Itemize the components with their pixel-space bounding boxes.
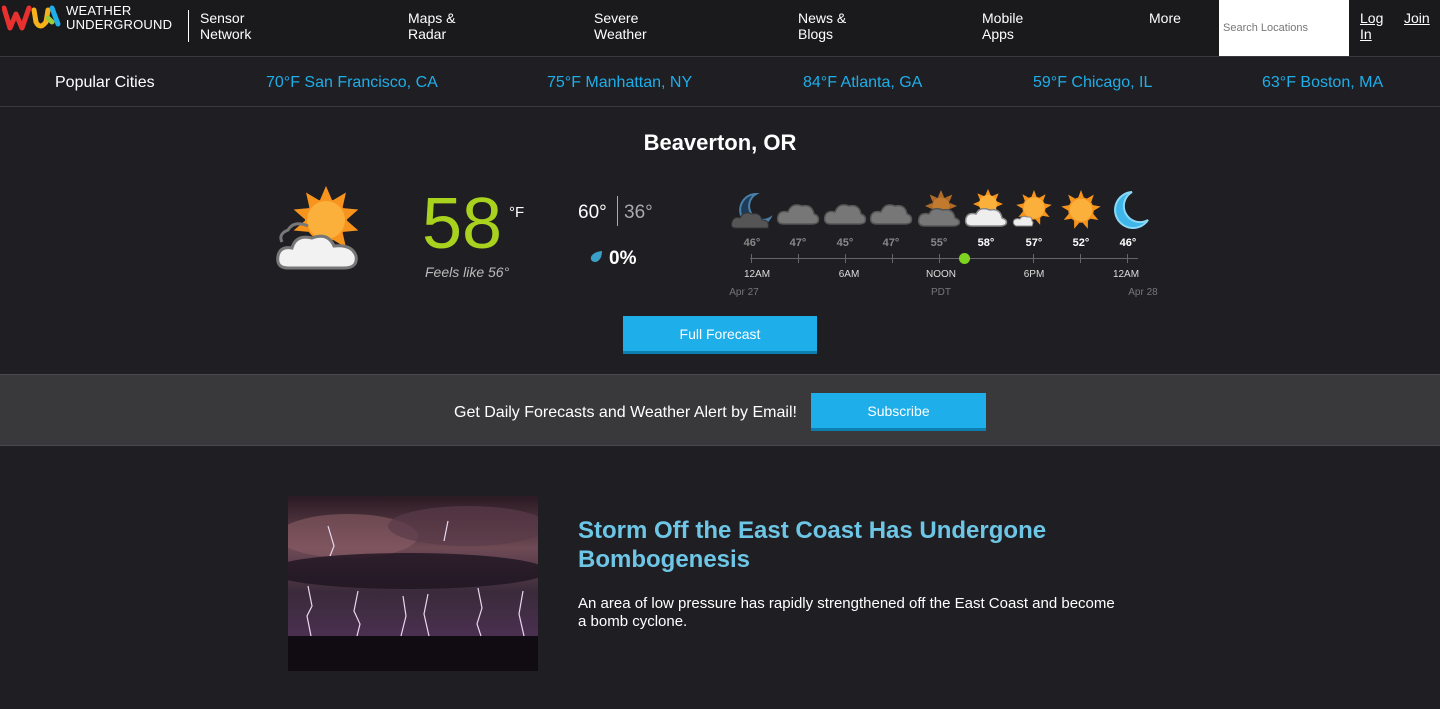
current-temperature: 58 [422,184,503,264]
date-label: Apr 28 [1128,287,1158,298]
email-subscribe-band: Get Daily Forecasts and Weather Alert by… [0,374,1440,446]
nav-sensor-network[interactable]: Sensor Network [200,10,251,42]
raindrop-icon [590,251,602,262]
timeline-tick [1033,254,1034,263]
sun-cloud-icon [917,190,961,227]
cloud-icon [823,204,867,225]
city-link-atlanta[interactable]: 84°F Atlanta, GA [803,74,922,92]
nav-maps-radar[interactable]: Maps & Radar [408,10,455,42]
time-label: 12AM [743,269,771,280]
temperature-unit-toggle[interactable]: °F [509,204,524,221]
hourly-temp: 46° [743,237,761,249]
logo-line-1: WEATHER [66,3,132,18]
featured-article: Storm Off the East Coast Has Undergone B… [0,447,1440,709]
subscribe-prompt: Get Daily Forecasts and Weather Alert by… [454,404,797,421]
timeline-tick [751,254,752,263]
hourly-temp: 47° [882,237,900,249]
date-label: Apr 27 [729,287,759,298]
current-conditions: Beaverton, OR 58 °F Feels like 56° 60° 3… [0,108,1440,374]
precip-chance: 0% [609,248,637,269]
timeline-tick [1127,254,1128,263]
hourly-temp: 52° [1072,237,1090,249]
time-label: NOON [926,269,956,280]
popular-cities-bar: Popular Cities 70°F San Francisco, CA 75… [0,57,1440,107]
city-link-san-francisco[interactable]: 70°F San Francisco, CA [266,74,438,92]
hourly-temp: 45° [836,237,854,249]
high-temperature: 60° [578,202,607,223]
timeline-tick [892,254,893,263]
time-label: 12AM [1112,269,1140,280]
timeline-tick [1080,254,1081,263]
login-link[interactable]: Log In [1360,10,1383,42]
partly-cloudy-sun-icon [276,186,359,270]
moon-icon [1114,191,1149,229]
hourly-temp: 46° [1119,237,1137,249]
cloud-icon [869,204,913,225]
nav-news-blogs[interactable]: News & Blogs [798,10,846,42]
nav-severe-weather[interactable]: Severe Weather [594,10,647,42]
low-temperature: 36° [624,202,653,223]
hourly-temp: 57° [1025,237,1043,249]
wu-logo-mark-icon [2,5,61,31]
wu-logo-text: WEATHER UNDERGROUND [66,4,172,32]
location-title: Beaverton, OR [643,130,797,155]
sun-cloud-icon [964,189,1008,227]
logo-divider [188,10,189,42]
article-title-link[interactable]: Storm Off the East Coast Has Undergone B… [578,516,1098,574]
hourly-temp: 47° [789,237,807,249]
full-forecast-button[interactable]: Full Forecast [623,316,817,354]
hourly-temp: 55° [930,237,948,249]
wu-logo[interactable]: WEATHER UNDERGROUND [2,2,182,42]
time-label: 6PM [1023,269,1045,280]
time-label: 6AM [838,269,860,280]
high-low-divider [617,196,618,226]
article-summary: An area of low pressure has rapidly stre… [578,595,1115,630]
cloud-icon [776,204,820,225]
timeline-tick [939,254,940,263]
city-link-boston[interactable]: 63°F Boston, MA [1262,74,1383,92]
city-link-chicago[interactable]: 59°F Chicago, IL [1033,74,1152,92]
city-link-manhattan[interactable]: 75°F Manhattan, NY [547,74,692,92]
timeline-tick [798,254,799,263]
popular-cities-label: Popular Cities [55,74,155,91]
timeline-tick [845,254,846,263]
nav-more[interactable]: More [1149,10,1181,26]
search-locations-input[interactable] [1219,0,1349,56]
sun-icon [1061,190,1101,229]
sun-small-cloud-icon [1012,190,1052,227]
moon-cloud-icon [731,192,773,229]
feels-like-text: Feels like 56° [425,264,510,280]
hourly-temp: 58° [977,237,995,249]
top-navigation: WEATHER UNDERGROUND Sensor Network Maps … [0,0,1440,57]
storm-lightning-image[interactable] [288,496,538,671]
join-link[interactable]: Join [1404,10,1430,26]
nav-mobile-apps[interactable]: Mobile Apps [982,10,1023,42]
current-time-marker [959,253,970,264]
logo-line-2: UNDERGROUND [66,17,173,32]
timezone-label: PDT [931,287,951,298]
subscribe-button[interactable]: Subscribe [811,393,986,431]
